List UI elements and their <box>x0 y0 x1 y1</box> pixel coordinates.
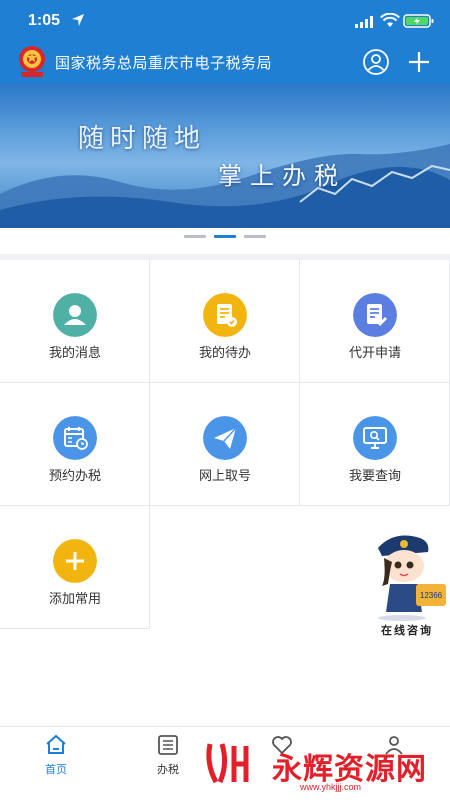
app-title: 国家税务总局重庆市电子税务局 <box>55 55 273 72</box>
user-icon <box>53 293 97 337</box>
tab-label: 首页 <box>45 764 67 776</box>
home-icon <box>46 734 66 754</box>
location-arrow-icon <box>72 14 84 26</box>
carousel-dot[interactable] <box>184 235 206 238</box>
grid-item-label: 添加常用 <box>48 591 101 606</box>
monitor-icon <box>353 416 397 460</box>
document-icon <box>353 293 397 337</box>
status-time: 1:05 <box>28 12 61 29</box>
banner-slogan-line2: 掌上办税 <box>218 162 346 190</box>
grid-item-query[interactable]: 我要查询 <box>300 383 450 506</box>
grid-item-label: 预约办税 <box>48 468 101 483</box>
grid-item-my-messages[interactable]: 我的消息 <box>0 260 150 383</box>
grid-item-online-queue[interactable]: 网上取号 <box>150 383 300 506</box>
carousel-dot-active[interactable] <box>214 235 236 238</box>
grid-item-label: 我的待办 <box>198 345 251 360</box>
grid-item-label: 代开申请 <box>348 345 401 360</box>
paper-plane-icon <box>203 416 247 460</box>
wifi-icon <box>380 13 400 27</box>
grid-item-my-todos[interactable]: 我的待办 <box>150 260 300 383</box>
carousel-indicator <box>0 235 450 241</box>
consult-badge: 12366 <box>420 591 443 600</box>
carousel-dot[interactable] <box>244 235 266 238</box>
grid-item-label: 我的消息 <box>48 345 101 360</box>
grid-item-label: 网上取号 <box>198 468 251 483</box>
app-bar: 国家税务总局重庆市电子税务局 <box>0 42 450 84</box>
tab-tax-handling[interactable]: 办税 <box>138 731 198 781</box>
list-icon <box>158 735 178 755</box>
online-consult-label[interactable]: 在线咨询 <box>381 622 433 638</box>
add-button[interactable] <box>406 49 432 75</box>
grid-item-label: 我要查询 <box>348 468 401 483</box>
document-icon <box>203 293 247 337</box>
tab-home[interactable]: 首页 <box>26 731 86 781</box>
tab-label: 办税 <box>157 764 179 776</box>
grid-item-invoice-request[interactable]: 代开申请 <box>300 260 450 383</box>
plus-icon <box>53 539 97 583</box>
banner-slogan-line1: 随时随地 <box>78 124 207 154</box>
tax-emblem-icon <box>19 46 45 77</box>
user-account-button[interactable] <box>362 48 390 76</box>
status-bar: 1:05 <box>0 0 450 42</box>
battery-icon <box>403 14 434 28</box>
top-bar: 1:05 国家税务总局重庆市电子税务局 <box>0 0 450 84</box>
grid-item-appointment[interactable]: 预约办税 <box>0 383 150 506</box>
signal-icon <box>355 16 373 28</box>
grid-item-add-favorite[interactable]: 添加常用 <box>0 506 150 629</box>
promo-banner[interactable]: 随时随地 掌上办税 <box>0 84 450 228</box>
watermark-url: www.yhkjjj.com <box>300 782 362 792</box>
calendar-icon <box>53 416 97 460</box>
